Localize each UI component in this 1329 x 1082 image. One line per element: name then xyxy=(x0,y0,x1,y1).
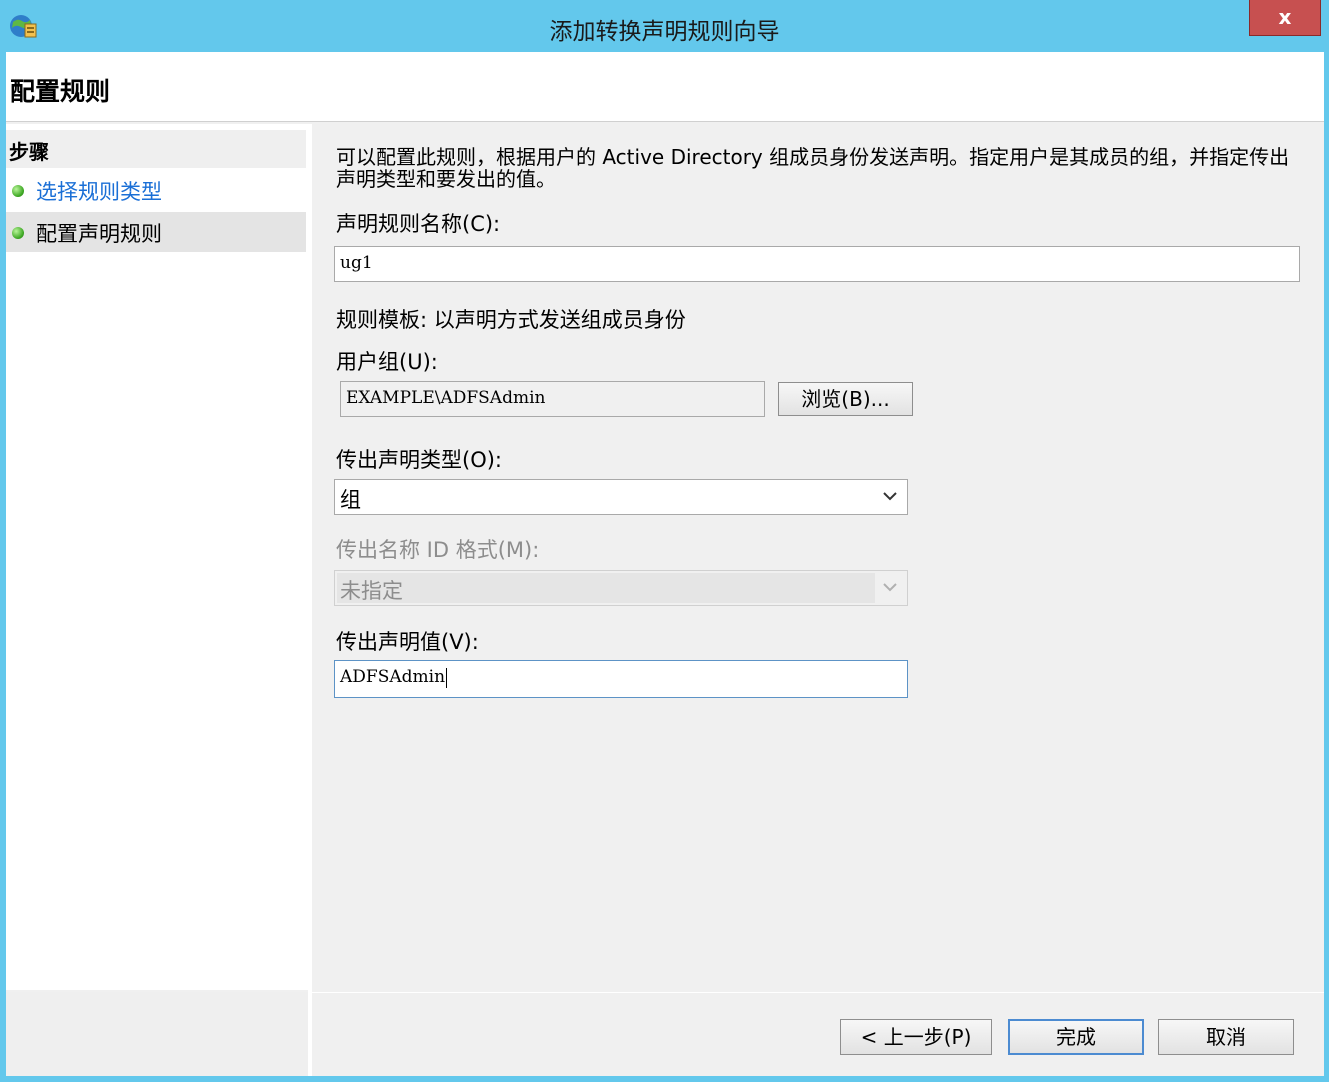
title-bar[interactable]: 添加转换声明规则向导 x xyxy=(0,0,1329,52)
rule-template-text: 规则模板: 以声明方式发送组成员身份 xyxy=(336,308,686,332)
wizard-client: 配置规则 步骤 选择规则类型 配置声明规则 可以配置此规则，根据用户的 Acti… xyxy=(6,52,1324,1076)
step-item-choose-rule-type[interactable]: 选择规则类型 xyxy=(6,170,306,210)
step-status-dot-icon xyxy=(12,227,24,239)
close-button[interactable]: x xyxy=(1249,0,1321,36)
button-bar: < 上一步(P) 完成 取消 xyxy=(312,992,1324,1076)
claim-type-select[interactable]: 组 xyxy=(334,479,908,515)
name-id-format-label: 传出名称 ID 格式(M): xyxy=(336,538,540,562)
claim-value-text: ADFSAdmin xyxy=(340,667,446,687)
user-group-field[interactable]: EXAMPLE\ADFSAdmin xyxy=(340,381,765,417)
claim-value-input[interactable]: ADFSAdmin xyxy=(334,660,908,698)
rule-name-input[interactable]: ug1 xyxy=(334,246,1300,282)
steps-pane: 步骤 选择规则类型 配置声明规则 xyxy=(6,124,308,990)
browse-button[interactable]: 浏览(B)... xyxy=(778,382,913,416)
name-id-format-select: 未指定 xyxy=(334,570,908,606)
back-button[interactable]: < 上一步(P) xyxy=(840,1019,992,1055)
steps-footer xyxy=(6,992,308,1076)
claim-type-selected: 组 xyxy=(340,488,361,512)
page-header: 配置规则 xyxy=(6,52,1324,122)
select-disabled-fill xyxy=(337,573,875,603)
claim-type-label: 传出声明类型(O): xyxy=(336,448,502,472)
step-status-dot-icon xyxy=(12,185,24,197)
cancel-button[interactable]: 取消 xyxy=(1158,1019,1294,1055)
finish-button[interactable]: 完成 xyxy=(1008,1019,1144,1055)
step-label: 选择规则类型 xyxy=(36,180,162,204)
step-item-configure-claim-rule[interactable]: 配置声明规则 xyxy=(6,212,306,252)
rule-name-label: 声明规则名称(C): xyxy=(336,212,501,236)
name-id-format-selected: 未指定 xyxy=(340,579,403,603)
rule-config-panel: 可以配置此规则，根据用户的 Active Directory 组成员身份发送声明… xyxy=(312,124,1324,990)
claim-value-label: 传出声明值(V): xyxy=(336,630,479,654)
rule-description: 可以配置此规则，根据用户的 Active Directory 组成员身份发送声明… xyxy=(336,145,1290,191)
step-label: 配置声明规则 xyxy=(36,222,162,246)
steps-heading: 步骤 xyxy=(6,130,306,168)
user-group-label: 用户组(U): xyxy=(336,350,438,374)
window-title: 添加转换声明规则向导 xyxy=(549,19,780,45)
page-title: 配置规则 xyxy=(10,77,111,106)
chevron-down-icon xyxy=(883,492,897,501)
text-caret xyxy=(446,667,448,688)
wizard-window: 添加转换声明规则向导 x 配置规则 步骤 选择规则类型 配置声明规则 可以配置此… xyxy=(0,0,1329,1082)
chevron-down-icon xyxy=(883,583,897,592)
